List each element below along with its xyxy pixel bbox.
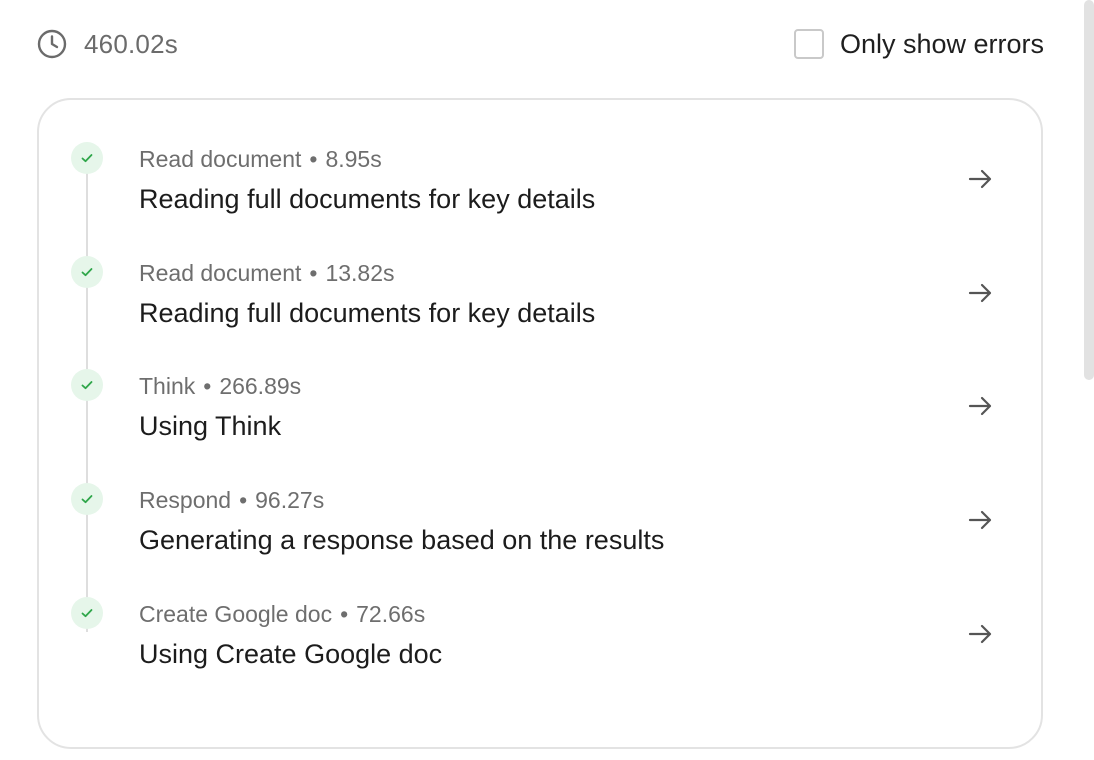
only-show-errors-label[interactable]: Only show errors <box>840 29 1044 60</box>
step-duration: 96.27s <box>255 487 325 513</box>
step-duration: 8.95s <box>325 146 382 172</box>
step-meta: Think • 266.89s <box>139 373 301 400</box>
separator: • <box>203 373 212 399</box>
step-duration: 13.82s <box>325 260 395 286</box>
step-tool-name: Respond <box>139 487 232 513</box>
step-title: Reading full documents for key details <box>139 298 596 328</box>
check-icon <box>71 597 103 629</box>
step-title: Using Create Google doc <box>139 639 443 669</box>
total-duration: 460.02s <box>36 28 178 60</box>
check-icon <box>71 256 103 288</box>
total-duration-value: 460.02s <box>84 28 178 59</box>
separator: • <box>309 146 318 172</box>
step-tool-name: Think <box>139 373 196 399</box>
separator: • <box>340 601 349 627</box>
step-tool-name: Read document <box>139 146 302 172</box>
only-show-errors-toggle[interactable]: Only show errors <box>793 29 1044 60</box>
step-meta: Read document • 8.95s <box>139 146 382 173</box>
step-tool-name: Read document <box>139 260 302 286</box>
arrow-right-icon[interactable] <box>965 278 995 308</box>
check-icon <box>71 483 103 515</box>
step-title: Reading full documents for key details <box>139 184 596 214</box>
separator: • <box>239 487 248 513</box>
step-tool-name: Create Google doc <box>139 601 333 627</box>
step-meta: Create Google doc • 72.66s <box>139 601 425 628</box>
arrow-right-icon[interactable] <box>965 164 995 194</box>
step-row[interactable]: Create Google doc • 72.66s Using Create Go… <box>39 555 1041 669</box>
trace-header: 460.02s Only show errors <box>36 26 1044 62</box>
separator: • <box>309 260 318 286</box>
run-trace-page: 460.02s Only show errors Read document • 8… <box>0 0 1094 760</box>
scrollbar-thumb[interactable] <box>1084 0 1094 380</box>
arrow-right-icon[interactable] <box>965 505 995 535</box>
step-meta: Read document • 13.82s <box>139 260 395 287</box>
step-row[interactable]: Think • 266.89s Using Think <box>39 327 1041 441</box>
arrow-right-icon[interactable] <box>965 391 995 421</box>
step-row[interactable]: Read document • 8.95s Reading full documen… <box>39 100 1041 214</box>
check-icon <box>71 369 103 401</box>
steps-card: Read document • 8.95s Reading full documen… <box>37 98 1043 749</box>
step-title: Generating a response based on the resul… <box>139 525 665 555</box>
check-icon <box>71 142 103 174</box>
step-title: Using Think <box>139 411 282 441</box>
step-row[interactable]: Read document • 13.82s Reading full docume… <box>39 214 1041 328</box>
step-meta: Respond • 96.27s <box>139 487 324 514</box>
step-duration: 266.89s <box>219 373 302 399</box>
step-row[interactable]: Respond • 96.27s Generating a response bas… <box>39 441 1041 555</box>
clock-icon <box>36 28 68 60</box>
arrow-right-icon[interactable] <box>965 619 995 649</box>
step-duration: 72.66s <box>356 601 426 627</box>
only-show-errors-checkbox[interactable] <box>793 29 824 59</box>
